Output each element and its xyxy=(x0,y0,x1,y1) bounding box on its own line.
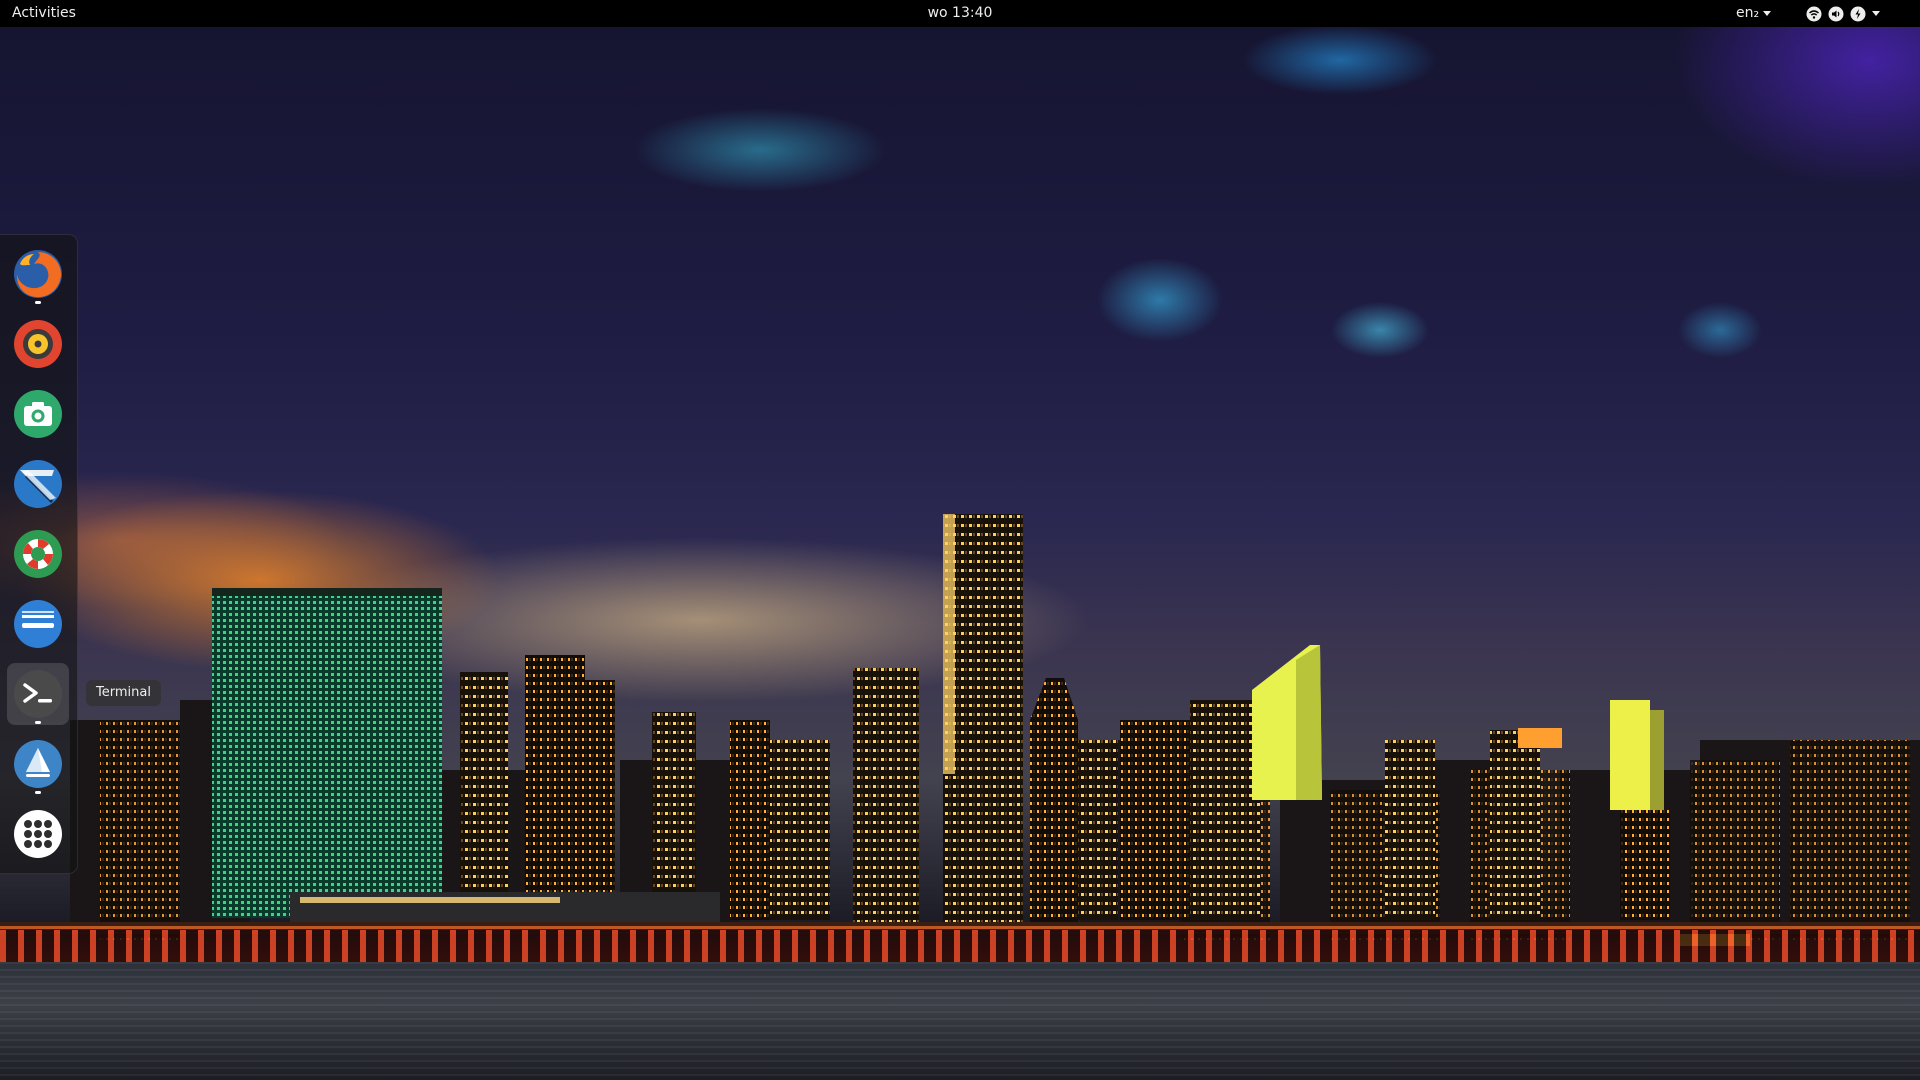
firefox-icon xyxy=(14,250,62,298)
update-icon xyxy=(14,600,62,648)
river-water xyxy=(0,962,1920,1080)
system-status-menu[interactable] xyxy=(1806,0,1880,27)
dock-item-text-editor[interactable] xyxy=(7,453,69,515)
desktop-wallpaper xyxy=(0,0,1920,1080)
dock-item-cheese[interactable] xyxy=(7,383,69,445)
text-editor-icon xyxy=(14,460,62,508)
running-indicator xyxy=(35,301,41,304)
dock-item-firefox[interactable] xyxy=(7,243,69,305)
lifebuoy-icon xyxy=(14,530,62,578)
dock-item-help[interactable] xyxy=(7,523,69,585)
dock-tooltip: Terminal xyxy=(86,680,161,706)
top-bar: Activities wo 13:40 en₂ xyxy=(0,0,1920,27)
running-indicator xyxy=(35,791,41,794)
city-skyline-wallpaper xyxy=(0,514,1920,946)
dock-item-rhythmbox[interactable] xyxy=(7,313,69,375)
app-grid-icon xyxy=(14,810,62,858)
chevron-down-icon xyxy=(1872,11,1880,16)
network-icon xyxy=(1806,6,1822,21)
input-source-menu[interactable]: en₂ xyxy=(1736,0,1772,27)
dash-dock xyxy=(0,234,78,874)
running-indicator xyxy=(35,721,41,724)
dock-item-software-updater[interactable] xyxy=(7,593,69,655)
input-source-label: en₂ xyxy=(1736,5,1760,21)
shoreline-lights xyxy=(0,930,1920,964)
power-icon xyxy=(1850,6,1866,21)
dock-item-backups[interactable] xyxy=(7,733,69,795)
clock-menu[interactable]: wo 13:40 xyxy=(880,0,1040,27)
show-applications-button[interactable] xyxy=(7,803,69,865)
activities-button[interactable]: Activities xyxy=(12,0,76,27)
backup-icon xyxy=(14,740,62,788)
chevron-down-icon xyxy=(1763,11,1772,16)
dock-item-terminal[interactable] xyxy=(7,663,69,725)
volume-icon xyxy=(1828,6,1844,21)
camera-icon xyxy=(14,390,62,438)
rhythmbox-icon xyxy=(14,320,62,368)
terminal-icon xyxy=(14,670,62,718)
